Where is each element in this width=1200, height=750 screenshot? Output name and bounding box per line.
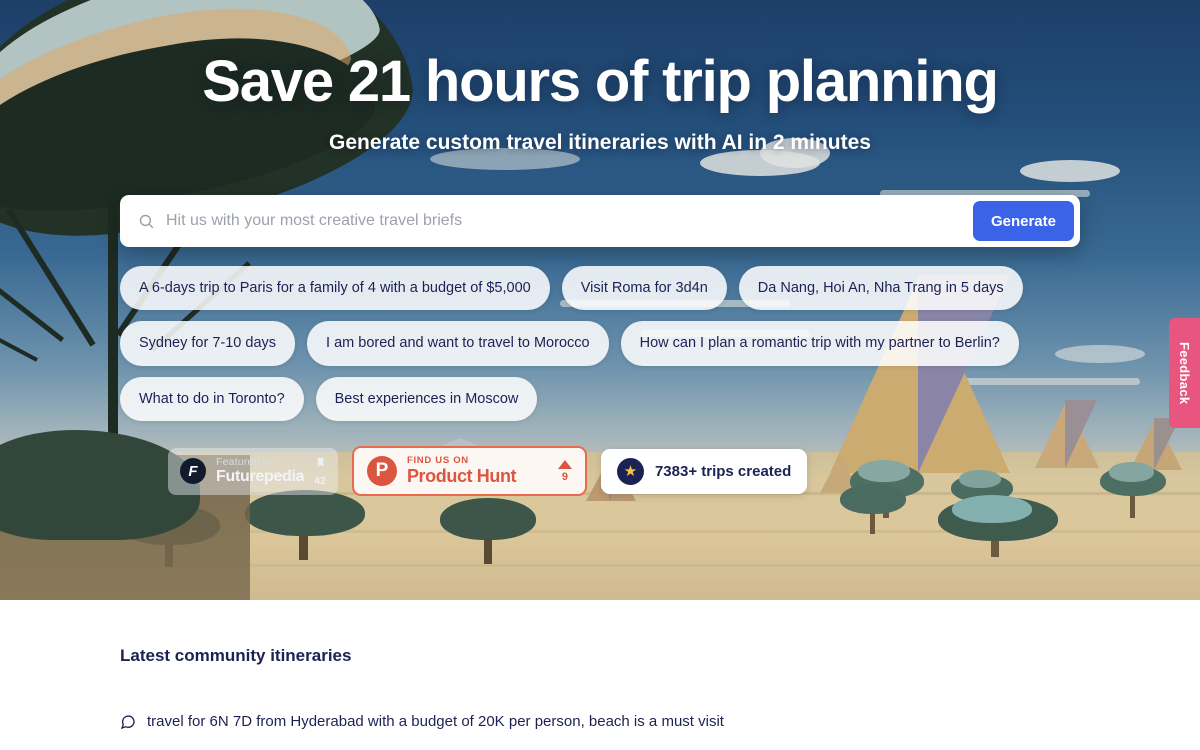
suggestion-chip[interactable]: A 6-days trip to Paris for a family of 4… [120, 266, 550, 311]
suggestion-chip[interactable]: Da Nang, Hoi An, Nha Trang in 5 days [738, 266, 1023, 311]
tree-canopy [952, 495, 1032, 523]
suggestion-chip[interactable]: How can I plan a romantic trip with my p… [620, 321, 1019, 366]
feedback-tab[interactable]: Feedback [1169, 318, 1200, 428]
futurepedia-subtitle: Featured on [216, 455, 275, 468]
acacia-tree [938, 495, 1058, 557]
landing-page: Save 21 hours of trip planning Generate … [0, 0, 1200, 750]
star-icon: ★ [616, 457, 644, 485]
community-section: Latest community itineraries travel for … [0, 600, 1200, 750]
product-hunt-left: P FIND US ON Product Hunt [366, 455, 517, 487]
suggestion-chip[interactable]: What to do in Toronto? [120, 376, 304, 422]
search-input[interactable] [155, 212, 973, 230]
product-hunt-upvote-count: 9 [561, 470, 569, 483]
suggestion-chip[interactable]: I am bored and want to travel to Morocco [307, 321, 609, 366]
product-hunt-badge[interactable]: P FIND US ON Product Hunt 9 [351, 446, 587, 497]
trips-created-badge[interactable]: ★ 7383+ trips created [600, 448, 808, 494]
futurepedia-text: Featured on Futurepedia [216, 455, 305, 486]
futurepedia-count: 42 [314, 456, 326, 487]
hero-section: Save 21 hours of trip planning Generate … [0, 0, 1200, 600]
bookmark-icon [315, 456, 326, 474]
page-subtitle: Generate custom travel itineraries with … [329, 131, 871, 154]
futurepedia-count-value: 42 [314, 474, 326, 487]
itinerary-text: travel for 6N 7D from Hyderabad with a b… [147, 713, 724, 730]
triangle-up-icon [557, 459, 572, 469]
page-title: Save 21 hours of trip planning [202, 49, 999, 114]
badge-row: F Featured on Futurepedia 42 P FIND US O… [120, 446, 1080, 497]
futurepedia-badge[interactable]: F Featured on Futurepedia 42 [168, 447, 338, 495]
product-hunt-upvote[interactable]: 9 [557, 459, 572, 483]
generate-button[interactable]: Generate [972, 201, 1074, 241]
product-hunt-name: Product Hunt [406, 466, 517, 487]
list-item[interactable]: travel for 6N 7D from Hyderabad with a b… [120, 712, 1200, 735]
futurepedia-name: Futurepedia [216, 468, 305, 486]
itinerary-list: travel for 6N 7D from Hyderabad with a b… [120, 712, 1200, 750]
suggestion-chip[interactable]: Visit Roma for 3d4n [561, 266, 727, 311]
speech-bubble-icon [120, 714, 136, 735]
suggestion-chips: A 6-days trip to Paris for a family of 4… [120, 266, 1080, 422]
product-hunt-subtitle: FIND US ON [406, 455, 469, 467]
community-title: Latest community itineraries [120, 646, 352, 665]
futurepedia-logo-icon: F [180, 458, 206, 485]
feedback-label: Feedback [1177, 341, 1192, 405]
suggestion-chip[interactable]: Sydney for 7-10 days [120, 321, 296, 366]
product-hunt-text: FIND US ON Product Hunt [406, 455, 517, 487]
search-icon [138, 213, 155, 230]
suggestion-chip[interactable]: Best experiences in Moscow [315, 376, 538, 422]
hero-content: Save 21 hours of trip planning Generate … [0, 48, 1200, 497]
search-bar[interactable]: Generate [120, 195, 1080, 247]
trips-created-label: 7383+ trips created [654, 462, 792, 480]
product-hunt-logo-icon: P [366, 456, 397, 487]
